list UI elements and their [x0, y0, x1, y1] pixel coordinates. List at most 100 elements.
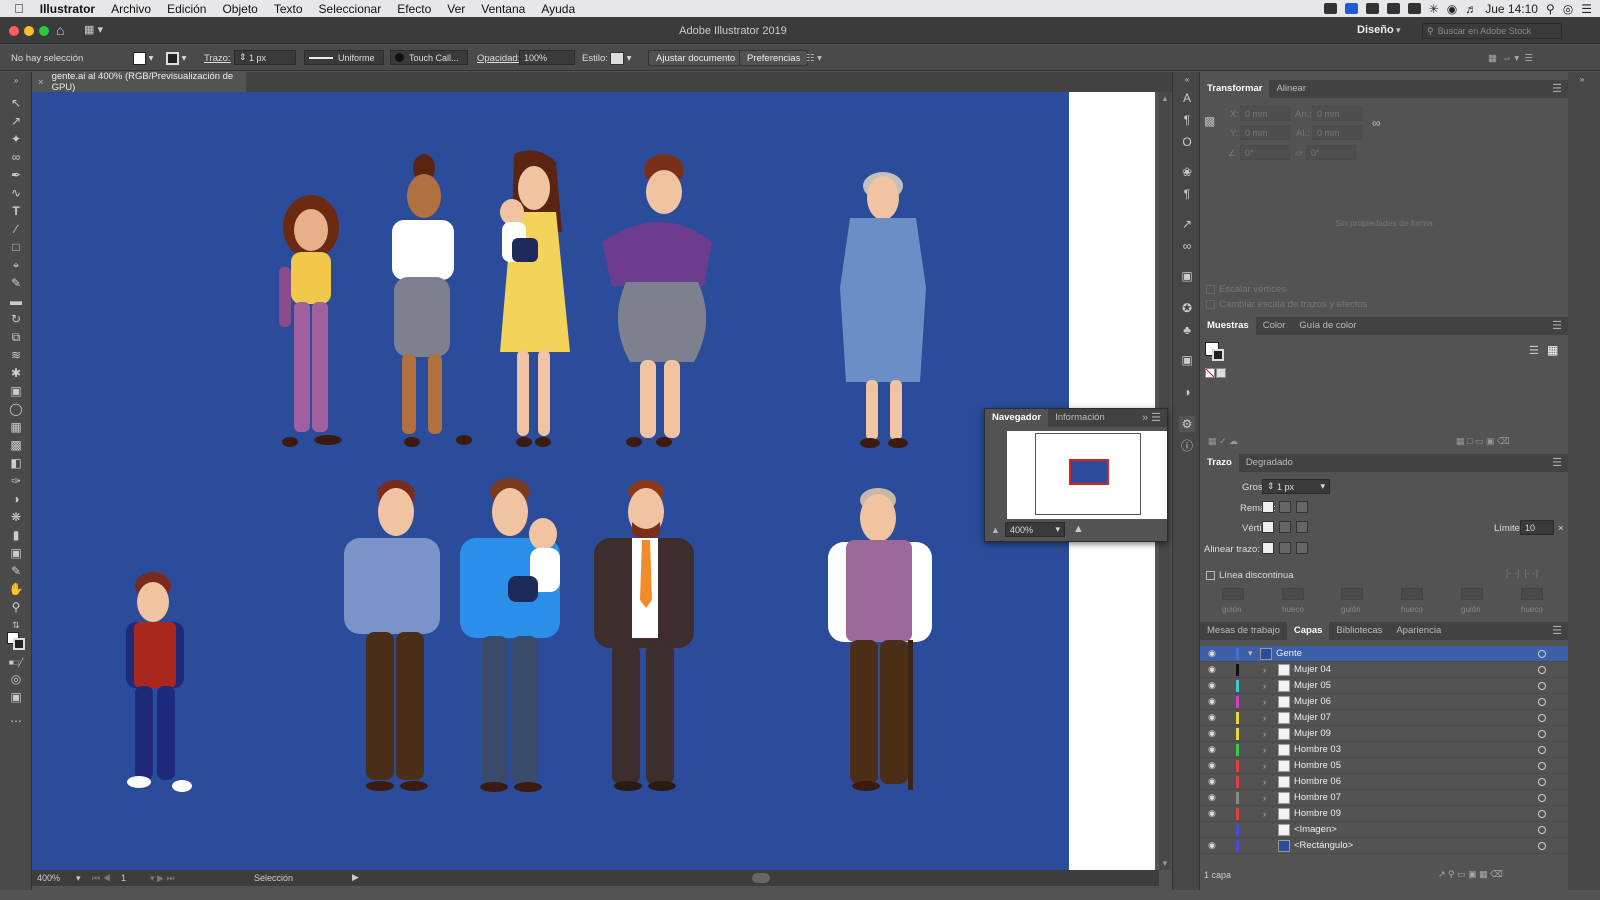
tab-guia-color[interactable]: Guía de color [1292, 317, 1363, 335]
artboard[interactable] [32, 92, 1069, 870]
eraser-tool-icon[interactable]: ▬ [8, 294, 24, 308]
panel-options-icon[interactable]: ▦ ⇔ ▾ ☰ [1488, 50, 1533, 66]
character-boy[interactable] [126, 572, 192, 792]
symbols-panel-icon[interactable]: ♣ [1179, 322, 1195, 338]
notifications-icon[interactable]: ☰ [1581, 2, 1592, 16]
dash-field-3[interactable] [1461, 588, 1483, 600]
perspective-grid-tool-icon[interactable]: ▦ [8, 420, 24, 434]
miter-join-icon[interactable] [1262, 521, 1274, 533]
character-woman-curly[interactable] [279, 195, 342, 447]
width-field[interactable]: 0 mm [1312, 106, 1362, 121]
tab-transformar[interactable]: Transformar [1200, 80, 1270, 98]
list-view-icon[interactable]: ☰ [1529, 344, 1539, 357]
butt-cap-icon[interactable] [1262, 501, 1274, 513]
artboards-panel-icon[interactable]: ▣ [1179, 268, 1195, 284]
style-swatch[interactable]: ▾ [610, 50, 631, 66]
dropbox-icon[interactable] [1323, 3, 1337, 14]
layer-row[interactable]: ◉ › Hombre 03 [1200, 742, 1568, 758]
chevron-right-icon[interactable]: › [1263, 713, 1266, 723]
y-field[interactable]: 0 mm [1240, 125, 1290, 140]
chevron-right-icon[interactable]: › [1263, 681, 1266, 691]
siri-icon[interactable]: ◎ [1563, 2, 1573, 16]
chevron-right-icon[interactable]: › [1263, 697, 1266, 707]
layer-row[interactable]: ◉ › Mujer 06 [1200, 694, 1568, 710]
scroll-up-icon[interactable]: ▲ [1161, 94, 1169, 103]
target-circle-icon[interactable] [1538, 841, 1546, 850]
layer-row[interactable]: ◉ › Mujer 04 [1200, 662, 1568, 678]
chevron-right-icon[interactable]: › [1263, 809, 1266, 819]
paintbrush-tool-icon[interactable]: ⌖ [8, 258, 24, 272]
properties-gear-icon[interactable]: ⚙ [1179, 416, 1195, 432]
target-circle-icon[interactable] [1538, 777, 1546, 786]
visibility-eye-icon[interactable]: ◉ [1208, 680, 1216, 691]
menu-efecto[interactable]: Efecto [389, 2, 439, 16]
stroke-profile-select[interactable]: Uniforme [304, 50, 384, 65]
navigator-zoom-field[interactable]: 400% ▾ [1005, 522, 1065, 537]
pen-tool-icon[interactable]: ✒ [8, 168, 24, 182]
artboard-number[interactable]: 1 [121, 873, 126, 883]
dash-field-2[interactable] [1341, 588, 1363, 600]
character-woman-office[interactable] [392, 154, 472, 447]
panel-menu-icon[interactable]: ☰ [1552, 456, 1562, 469]
collapse-dock-icon[interactable]: » [1574, 72, 1590, 88]
visibility-eye-icon[interactable]: ◉ [1208, 744, 1216, 755]
bevel-join-icon[interactable] [1296, 521, 1308, 533]
visibility-eye-icon[interactable]: ◉ [1208, 696, 1216, 707]
zoom-level[interactable]: 400% [37, 873, 60, 883]
menu-ver[interactable]: Ver [439, 2, 473, 16]
panel-menu-icon[interactable]: » ☰ [1142, 411, 1161, 424]
draw-mode-icon[interactable]: ◎ [8, 672, 24, 686]
target-circle-icon[interactable] [1538, 761, 1546, 770]
round-cap-icon[interactable] [1279, 501, 1291, 513]
gap-field-3[interactable] [1521, 588, 1543, 600]
reference-point-icon[interactable]: ▩ [1204, 114, 1215, 128]
menu-texto[interactable]: Texto [266, 2, 311, 16]
limit-close-icon[interactable]: × [1558, 523, 1564, 534]
visibility-eye-icon[interactable]: ◉ [1208, 664, 1216, 675]
brush-select[interactable]: Touch Call... [390, 50, 468, 65]
projecting-cap-icon[interactable] [1296, 501, 1308, 513]
rectangle-tool-icon[interactable]: □ [8, 240, 24, 254]
chevron-down-icon[interactable]: ▾ [76, 873, 81, 884]
none-swatch[interactable] [1205, 368, 1215, 378]
target-circle-icon[interactable] [1538, 793, 1546, 802]
chevron-down-icon[interactable]: ▾ [1248, 648, 1253, 659]
brushes-panel-icon[interactable]: ✪ [1179, 300, 1195, 316]
wifi-icon[interactable]: ◉ [1447, 2, 1457, 16]
horizontal-scrollbar[interactable] [372, 873, 1152, 883]
direct-selection-tool-icon[interactable]: ↗ [8, 114, 24, 128]
menu-edicion[interactable]: Edición [159, 2, 214, 16]
chevron-right-icon[interactable]: › [1263, 761, 1266, 771]
opentype-panel-icon[interactable]: O [1179, 134, 1195, 150]
clock[interactable]: Jue 14:10 [1485, 2, 1538, 16]
creative-cloud-icon[interactable] [1386, 3, 1400, 14]
apple-icon[interactable]:  [0, 1, 32, 16]
volume-icon[interactable]: ♬ [1465, 2, 1477, 16]
layer-row[interactable]: ◉ › Hombre 06 [1200, 774, 1568, 790]
fill-swatch[interactable]: ▾ [133, 50, 153, 66]
visibility-eye-icon[interactable]: ◉ [1208, 792, 1216, 803]
tab-color[interactable]: Color [1256, 317, 1293, 335]
tab-apariencia[interactable]: Apariencia [1389, 622, 1448, 640]
target-circle-icon[interactable] [1538, 809, 1546, 818]
tab-trazo[interactable]: Trazo [1200, 454, 1239, 472]
type-tool-icon[interactable]: T [8, 204, 24, 218]
scale-tool-icon[interactable]: ⧉ [8, 330, 24, 344]
menu-objeto[interactable]: Objeto [214, 2, 265, 16]
column-graph-tool-icon[interactable]: ▮ [8, 528, 24, 542]
character-man-sweater[interactable] [344, 480, 440, 791]
people-illustration[interactable] [32, 92, 1069, 870]
puppet-warp-tool-icon[interactable]: ✱ [8, 366, 24, 380]
stock-search-field[interactable]: ⚲ Buscar en Adobe Stock [1422, 23, 1562, 39]
grid-view-icon[interactable]: ▦ [1547, 343, 1558, 357]
document-tab[interactable]: × gente.ai al 400% (RGB/Previsualización… [32, 71, 246, 93]
height-field[interactable]: 0 mm [1312, 125, 1362, 140]
target-circle-icon[interactable] [1538, 825, 1546, 834]
swap-colors-icon[interactable]: ⇅ [8, 618, 24, 632]
zoom-out-icon[interactable]: ▲ [991, 525, 1000, 535]
shape-builder-tool-icon[interactable]: ◯ [8, 402, 24, 416]
status-menu-icon[interactable]: ▶ [352, 872, 359, 883]
panel-collapse-icon[interactable]: » [8, 74, 24, 88]
stroke-swatch-indicator[interactable] [1212, 349, 1224, 361]
character-elderly-woman[interactable] [840, 172, 926, 448]
